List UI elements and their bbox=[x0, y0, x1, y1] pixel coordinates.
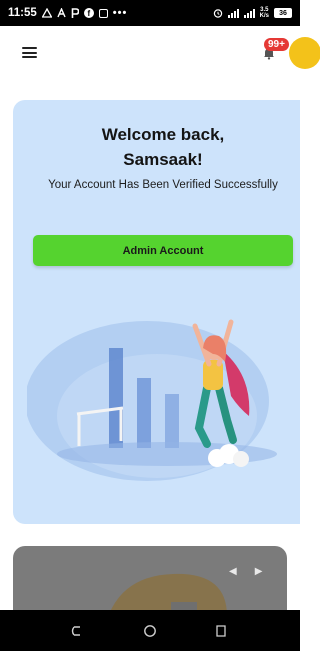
welcome-card: Welcome back, Samsaak! Your Account Has … bbox=[13, 100, 300, 524]
recent-apps-icon[interactable] bbox=[214, 624, 228, 638]
overflow-dots: ••• bbox=[112, 7, 128, 19]
home-icon[interactable] bbox=[143, 624, 157, 638]
alarm-icon bbox=[213, 8, 223, 18]
box-icon bbox=[98, 8, 108, 18]
admin-account-button[interactable]: Admin Account bbox=[33, 235, 293, 266]
notification-badge: 99+ bbox=[264, 38, 289, 51]
app-header: 99+ bbox=[0, 26, 320, 80]
carousel-controls: ◀ ▶ bbox=[229, 566, 262, 577]
status-left: 11:55 f ••• bbox=[8, 7, 127, 19]
status-time: 11:55 bbox=[8, 7, 37, 19]
alert-triangle-icon bbox=[41, 8, 52, 18]
p-icon bbox=[71, 8, 79, 18]
navigation-bar bbox=[0, 610, 300, 651]
facebook-icon: f bbox=[83, 8, 94, 18]
profile-avatar[interactable] bbox=[289, 37, 320, 69]
back-gesture-icon[interactable] bbox=[70, 624, 84, 638]
welcome-title: Welcome back, Samsaak! bbox=[13, 122, 300, 172]
status-right: 3.5 K/s 36 bbox=[213, 7, 292, 19]
carousel-prev-icon[interactable]: ◀ bbox=[229, 566, 237, 577]
welcome-title-line-1: Welcome back, bbox=[101, 125, 225, 144]
celebration-illustration bbox=[27, 319, 277, 481]
carousel-next-icon[interactable]: ▶ bbox=[255, 566, 263, 577]
welcome-title-line-2: Samsaak! bbox=[123, 150, 203, 169]
font-icon bbox=[57, 8, 66, 18]
battery-level: 36 bbox=[279, 9, 287, 17]
verification-message: Your Account Has Been Verified Successfu… bbox=[48, 179, 278, 191]
network-speed-unit: K/s bbox=[259, 13, 269, 19]
menu-icon[interactable] bbox=[22, 47, 37, 58]
signal-strength-icon-2 bbox=[243, 8, 255, 18]
battery-icon: 36 bbox=[274, 8, 292, 18]
signal-strength-icon bbox=[227, 8, 239, 18]
status-bar: 11:55 f ••• 3.5 K/s 36 bbox=[0, 0, 300, 26]
network-speed: 3.5 K/s bbox=[260, 7, 269, 19]
